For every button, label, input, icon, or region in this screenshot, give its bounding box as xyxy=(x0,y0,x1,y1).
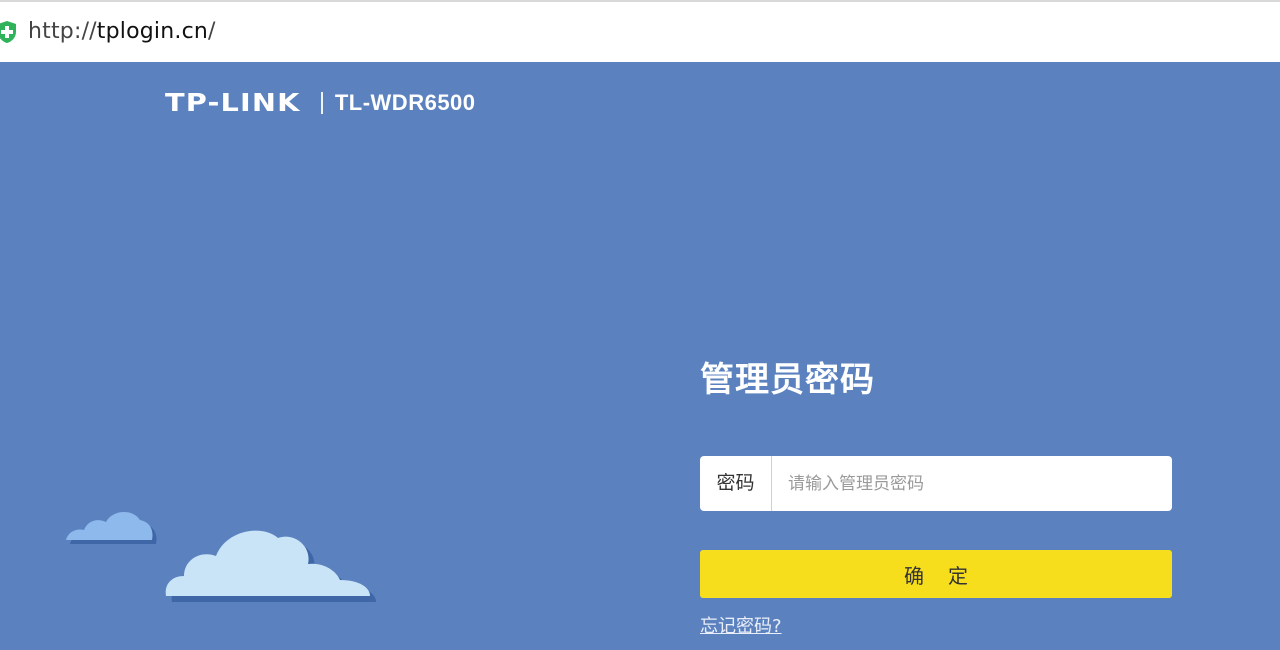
url-text[interactable]: http://tplogin.cn/ xyxy=(28,19,216,44)
page-title: 管理员密码 xyxy=(700,360,875,400)
url-scheme: http:// xyxy=(28,19,97,44)
clouds-illustration xyxy=(66,511,376,602)
password-field-group: 密码 xyxy=(700,456,1172,511)
small-cloud-icon xyxy=(66,511,157,544)
brand-header: TP-LINK TL-WDR6500 xyxy=(165,88,476,117)
confirm-button[interactable]: 确定 xyxy=(700,550,1172,598)
tp-link-logo: TP-LINK xyxy=(165,88,301,117)
router-model: TL-WDR6500 xyxy=(334,89,476,115)
url-domain: tplogin.cn xyxy=(96,19,209,44)
login-panel: 管理员密码 密码 确定 忘记密码? xyxy=(700,352,1172,637)
router-login-page: TP-LINK TL-WDR6500 管理员密码 密码 确定 忘记密码? xyxy=(0,62,1280,650)
password-input[interactable] xyxy=(772,457,1172,510)
brand-divider xyxy=(320,91,323,114)
url-suffix: / xyxy=(208,19,216,44)
password-label: 密码 xyxy=(700,456,772,511)
large-cloud-icon xyxy=(165,530,376,602)
forgot-password-link[interactable]: 忘记密码? xyxy=(700,612,782,638)
browser-address-bar[interactable]: http://tplogin.cn/ xyxy=(0,0,1280,62)
secure-shield-icon xyxy=(0,21,16,43)
